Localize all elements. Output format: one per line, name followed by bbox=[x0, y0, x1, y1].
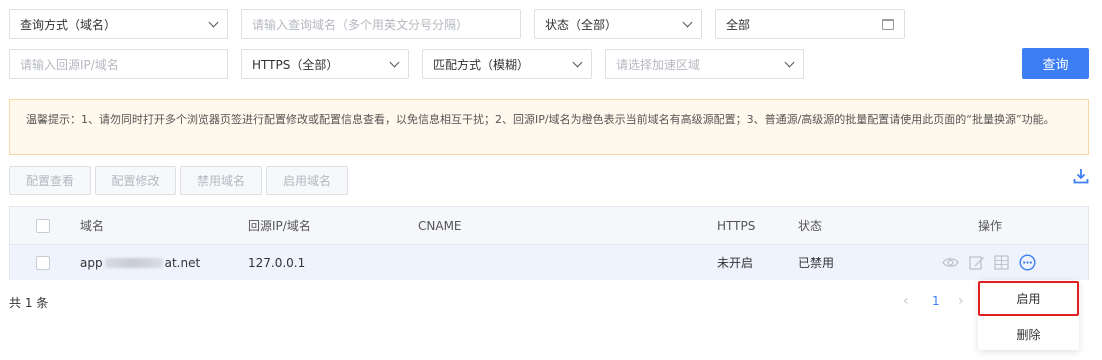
menu-item-delete[interactable]: 删除 bbox=[978, 318, 1079, 350]
table-row[interactable]: app at.net 127.0.0.1 未开启 已禁用 bbox=[10, 245, 1088, 280]
enable-domain-button[interactable]: 启用域名 bbox=[266, 166, 348, 195]
header-domain: 域名 bbox=[80, 219, 105, 233]
more-icon[interactable] bbox=[1019, 254, 1036, 271]
select-all-checkbox[interactable] bbox=[36, 218, 50, 233]
origin-search-input[interactable]: 请输入回源IP/域名 bbox=[9, 49, 228, 79]
chevron-down-icon bbox=[389, 57, 400, 67]
chevron-down-icon bbox=[682, 17, 693, 27]
next-page-icon[interactable]: › bbox=[958, 293, 964, 309]
status-cell: 已禁用 bbox=[798, 256, 835, 270]
header-cname: CNAME bbox=[418, 218, 462, 233]
header-status: 状态 bbox=[798, 219, 823, 233]
page-number-current[interactable]: 1 bbox=[932, 294, 940, 308]
query-mode-select[interactable]: 查询方式（域名） bbox=[9, 9, 228, 39]
redacted-blur bbox=[104, 257, 163, 268]
eye-icon[interactable] bbox=[942, 254, 959, 271]
menu-item-enable[interactable]: 启用 bbox=[978, 281, 1079, 316]
domain-cell: app at.net bbox=[80, 255, 201, 270]
domain-search-placeholder: 请输入查询域名（多个用英文分号分隔） bbox=[252, 17, 469, 32]
status-value: 状态（全部） bbox=[545, 17, 618, 32]
view-config-button[interactable]: 配置查看 bbox=[9, 166, 91, 195]
query-button[interactable]: 查询 bbox=[1022, 48, 1089, 79]
total-count: 共 1 条 bbox=[9, 296, 49, 310]
edit-config-button[interactable]: 配置修改 bbox=[95, 166, 176, 195]
more-actions-menu: 启用 删除 bbox=[978, 280, 1079, 350]
match-mode-select[interactable]: 匹配方式（模糊） bbox=[422, 49, 592, 79]
https-value: HTTPS（全部） bbox=[252, 57, 339, 72]
domain-table: 域名 回源IP/域名 CNAME HTTPS 状态 操作 app at.net 1… bbox=[9, 206, 1089, 280]
row-checkbox[interactable] bbox=[36, 255, 50, 270]
notice-banner: 温馨提示：1、请勿同时打开多个浏览器页签进行配置修改或配置信息查看，以免信息相互… bbox=[9, 99, 1089, 155]
date-range-picker[interactable]: 全部 bbox=[715, 9, 905, 39]
table-header: 域名 回源IP/域名 CNAME HTTPS 状态 操作 bbox=[10, 207, 1088, 245]
origin-search-placeholder: 请输入回源IP/域名 bbox=[20, 57, 119, 72]
query-mode-value: 查询方式（域名） bbox=[20, 17, 117, 32]
status-select[interactable]: 状态（全部） bbox=[534, 9, 702, 39]
https-cell: 未开启 bbox=[717, 256, 754, 270]
table-icon[interactable] bbox=[993, 254, 1010, 271]
origin-cell: 127.0.0.1 bbox=[248, 255, 306, 270]
disable-domain-button[interactable]: 禁用域名 bbox=[180, 166, 262, 195]
domain-search-input[interactable]: 请输入查询域名（多个用英文分号分隔） bbox=[241, 9, 521, 39]
calendar-icon bbox=[882, 18, 894, 30]
edit-icon[interactable] bbox=[968, 254, 985, 271]
https-select[interactable]: HTTPS（全部） bbox=[241, 49, 409, 79]
chevron-down-icon bbox=[784, 57, 795, 67]
date-range-value: 全部 bbox=[726, 17, 751, 32]
notice-text: 温馨提示：1、请勿同时打开多个浏览器页签进行配置修改或配置信息查看，以免信息相互… bbox=[26, 113, 1055, 126]
chevron-down-icon bbox=[208, 17, 219, 27]
header-origin: 回源IP/域名 bbox=[248, 219, 311, 233]
download-icon[interactable] bbox=[1073, 168, 1089, 184]
header-https: HTTPS bbox=[717, 218, 756, 233]
header-operation: 操作 bbox=[978, 219, 1003, 233]
match-mode-value: 匹配方式（模糊） bbox=[433, 57, 530, 72]
chevron-down-icon bbox=[572, 57, 583, 67]
region-placeholder: 请选择加速区域 bbox=[616, 57, 701, 72]
prev-page-icon[interactable]: ‹ bbox=[903, 293, 909, 309]
region-select[interactable]: 请选择加速区域 bbox=[605, 49, 804, 79]
